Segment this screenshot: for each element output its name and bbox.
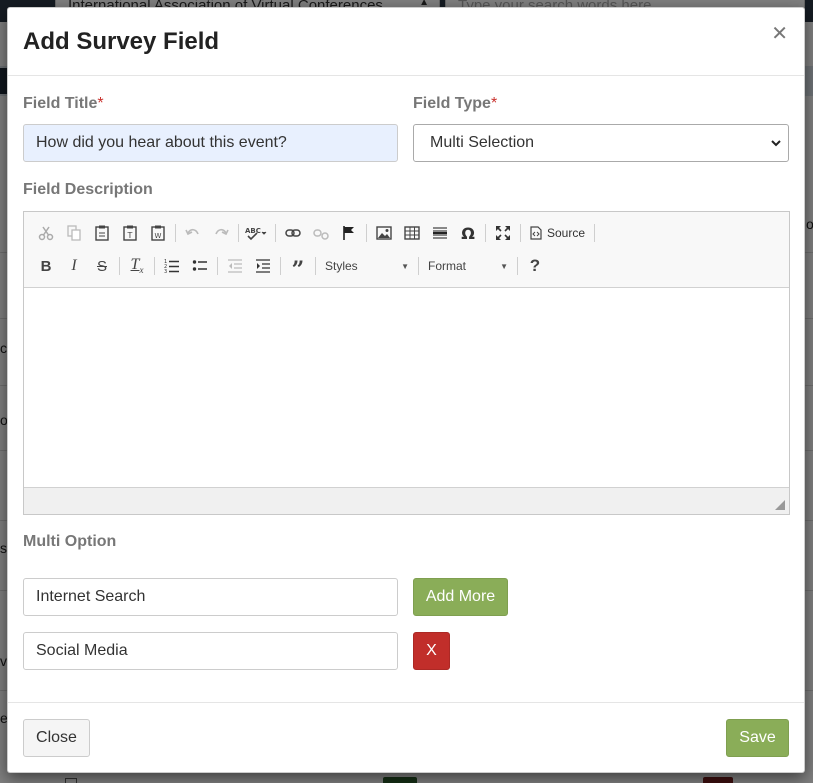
format-dropdown[interactable]: Format ▼: [422, 254, 514, 278]
field-type-select[interactable]: Multi Selection: [413, 124, 789, 162]
editor-toolbar: T W ABC Ω Source B I S Tx 1 2 3 ” Styles…: [24, 212, 789, 288]
toolbar-separator: [315, 257, 316, 275]
toolbar-separator: [418, 257, 419, 275]
close-button[interactable]: Close: [23, 719, 90, 757]
field-type-label-text: Field Type: [413, 95, 491, 112]
toolbar-separator: [485, 224, 486, 242]
modal-footer-divider: [8, 702, 804, 703]
source-label: Source: [547, 226, 586, 240]
multi-option-value: Internet Search: [36, 588, 146, 605]
required-mark: *: [97, 95, 104, 112]
strikethrough-icon[interactable]: S: [88, 253, 116, 279]
chevron-down-icon: [771, 140, 781, 147]
anchor-icon[interactable]: [335, 220, 363, 246]
bold-icon[interactable]: B: [32, 253, 60, 279]
toolbar-separator: [217, 257, 218, 275]
toolbar-row-1: T W ABC Ω Source: [32, 220, 598, 246]
field-description-label: Field Description: [23, 181, 153, 198]
styles-label: Styles: [325, 259, 358, 273]
cut-icon[interactable]: [32, 220, 60, 246]
modal-header: Add Survey Field ✕: [8, 8, 804, 76]
remove-option-label: X: [426, 642, 437, 659]
indent-icon[interactable]: [249, 253, 277, 279]
source-button[interactable]: Source: [524, 220, 591, 246]
multi-option-label: Multi Option: [23, 533, 117, 550]
field-type-selected: Multi Selection: [430, 134, 535, 151]
horizontal-rule-icon[interactable]: [426, 220, 454, 246]
toolbar-separator: [154, 257, 155, 275]
copy-icon[interactable]: [60, 220, 88, 246]
editor-content-area[interactable]: [24, 288, 789, 488]
image-icon[interactable]: [370, 220, 398, 246]
required-mark: *: [490, 95, 498, 112]
dropdown-arrow-icon: ▼: [500, 261, 508, 271]
field-title-label: Field Title*: [23, 95, 104, 113]
styles-dropdown[interactable]: Styles ▼: [319, 254, 415, 278]
paste-icon[interactable]: [88, 220, 116, 246]
field-title-input[interactable]: How did you hear about this event?: [23, 124, 398, 162]
redo-icon[interactable]: [207, 220, 235, 246]
save-button[interactable]: Save: [726, 719, 789, 757]
toolbar-separator: [366, 224, 367, 242]
toolbar-separator: [594, 224, 596, 242]
resize-handle-icon[interactable]: [775, 500, 785, 510]
toolbar-separator: [520, 224, 521, 242]
multi-option-input[interactable]: Social Media: [23, 632, 398, 670]
toolbar-separator: [175, 224, 176, 242]
blockquote-icon[interactable]: ”: [284, 253, 312, 281]
multi-option-value: Social Media: [36, 642, 128, 659]
undo-icon[interactable]: [179, 220, 207, 246]
remove-option-button[interactable]: X: [413, 632, 450, 670]
outdent-icon[interactable]: [221, 253, 249, 279]
field-type-label: Field Type*: [413, 95, 497, 113]
bulleted-list-icon[interactable]: [186, 253, 214, 279]
toolbar-separator: [119, 257, 120, 275]
special-char-icon[interactable]: Ω: [454, 220, 482, 246]
format-label: Format: [428, 259, 467, 273]
svg-text:3: 3: [164, 269, 167, 274]
add-more-button[interactable]: Add More: [413, 578, 508, 616]
table-icon[interactable]: [398, 220, 426, 246]
close-button-label: Close: [36, 729, 77, 746]
italic-icon[interactable]: I: [60, 253, 88, 279]
numbered-list-icon[interactable]: 123: [158, 253, 186, 279]
svg-text:W: W: [155, 232, 162, 240]
modal-title: Add Survey Field: [23, 28, 220, 55]
close-icon[interactable]: ✕: [771, 24, 788, 44]
save-button-label: Save: [739, 729, 776, 746]
source-icon: [530, 226, 542, 240]
remove-format-icon[interactable]: Tx: [123, 253, 151, 279]
editor-statusbar: [24, 487, 789, 514]
multi-option-input[interactable]: Internet Search: [23, 578, 398, 616]
svg-text:ABC: ABC: [245, 227, 261, 235]
maximize-icon[interactable]: [489, 220, 517, 246]
toolbar-row-2: B I S Tx 123 ” Styles ▼ Format ▼ ?: [32, 253, 549, 281]
paste-word-icon[interactable]: W: [144, 220, 172, 246]
dropdown-arrow-icon: ▼: [401, 261, 409, 271]
unlink-icon[interactable]: [307, 220, 335, 246]
toolbar-separator: [517, 257, 518, 275]
rich-text-editor: T W ABC Ω Source B I S Tx 1 2 3 ” Styles…: [23, 211, 790, 515]
link-icon[interactable]: [279, 220, 307, 246]
add-more-label: Add More: [425, 588, 496, 605]
toolbar-separator: [238, 224, 239, 242]
svg-text:T: T: [127, 231, 133, 240]
add-survey-field-modal: Add Survey Field ✕ Field Title* How did …: [7, 7, 805, 773]
spellcheck-icon[interactable]: ABC: [242, 220, 272, 246]
help-icon[interactable]: ?: [521, 253, 549, 279]
paste-text-icon[interactable]: T: [116, 220, 144, 246]
field-title-label-text: Field Title: [23, 95, 98, 112]
toolbar-separator: [280, 257, 281, 275]
toolbar-separator: [275, 224, 276, 242]
field-title-value: How did you hear about this event?: [36, 134, 287, 151]
